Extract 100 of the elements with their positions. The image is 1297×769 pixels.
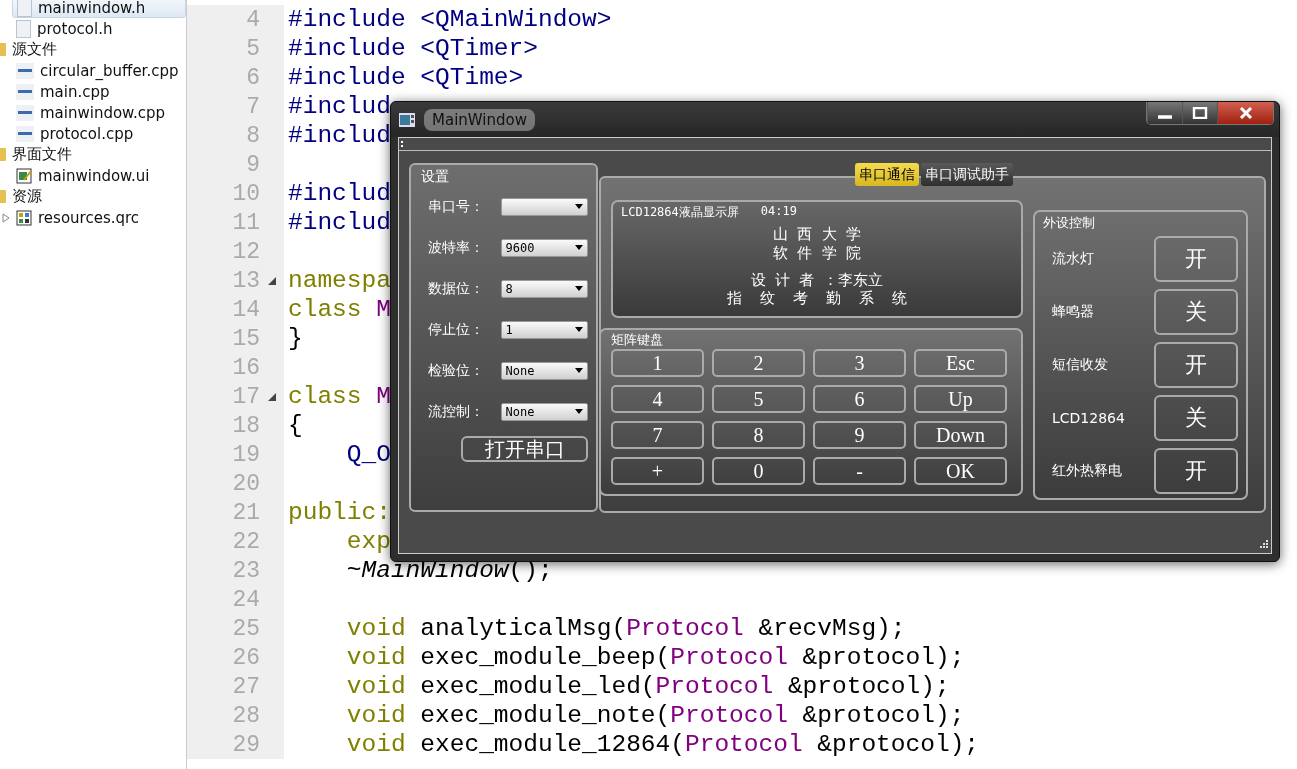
open-port-button[interactable]: 打开串口 — [461, 436, 588, 462]
keypad-key[interactable]: Esc — [914, 349, 1007, 377]
code-line: void analyticalMsg(Protocol &recvMsg); — [345, 615, 906, 642]
field-label: 检验位： — [427, 361, 485, 380]
line-number: 5 — [246, 35, 260, 62]
code-line: #include <QTime> — [288, 64, 524, 91]
dropdown[interactable]: None — [500, 361, 588, 380]
toggle-button[interactable]: 开 — [1154, 448, 1238, 495]
lcd-text-line: 指 纹 考 勤 系 统 — [726, 290, 908, 306]
fold-icon[interactable] — [268, 392, 276, 401]
tree-item[interactable]: circular_buffer.cpp — [0, 60, 186, 81]
code-line: void exec_module_12864(Protocol &protocol); — [345, 731, 980, 758]
expand-icon[interactable] — [2, 212, 10, 223]
toggle-button[interactable]: 开 — [1154, 235, 1238, 282]
line-number: 4 — [246, 6, 260, 33]
dropdown[interactable]: 8 — [500, 279, 588, 298]
minimize-button[interactable] — [1147, 102, 1182, 124]
line-number: 25 — [232, 615, 260, 642]
line-number: 11 — [232, 209, 260, 236]
keypad-key[interactable]: + — [611, 457, 704, 485]
dropdown[interactable]: None — [500, 402, 588, 421]
lcd-title: LCD12864液晶显示屏 — [621, 204, 739, 221]
fold-icon[interactable] — [268, 276, 276, 285]
keypad-key[interactable]: - — [813, 457, 906, 485]
line-number: 21 — [232, 499, 260, 526]
field-label: 波特率： — [427, 238, 485, 257]
keypad-key[interactable]: 4 — [611, 385, 704, 413]
device-label: 流水灯 — [1051, 249, 1095, 268]
keypad-key[interactable]: 9 — [813, 421, 906, 449]
keypad-key[interactable]: 0 — [712, 457, 805, 485]
line-number: 20 — [232, 470, 260, 497]
line-number: 29 — [232, 731, 260, 758]
close-icon — [1237, 107, 1254, 119]
tree-item[interactable]: protocol.h — [0, 18, 186, 39]
tab[interactable]: 串口通信 — [854, 163, 919, 186]
code-line: void exec_module_led(Protocol &protocol); — [345, 673, 950, 700]
tree-item[interactable]: 资源 — [0, 186, 186, 207]
keypad-key[interactable]: 5 — [712, 385, 805, 413]
code-line: void exec_module_beep(Protocol &protocol); — [345, 644, 965, 671]
field-label: 流控制： — [427, 402, 485, 421]
line-number: 6 — [246, 64, 260, 91]
keypad-key[interactable]: 1 — [611, 349, 704, 377]
dropdown-arrow-icon — [575, 409, 583, 414]
keypad-key[interactable]: 8 — [712, 421, 805, 449]
maximize-button[interactable] — [1182, 102, 1217, 124]
tree-item[interactable]: main.cpp — [0, 81, 186, 102]
dropdown[interactable]: 9600 — [500, 238, 588, 257]
code-line: #includ — [288, 180, 391, 207]
code-line: exp — [345, 528, 391, 555]
code-line: { — [288, 412, 303, 439]
device-label: 红外热释电 — [1051, 462, 1123, 481]
code-line: } — [288, 325, 303, 352]
toggle-button[interactable]: 关 — [1154, 395, 1238, 442]
code-line: #includ — [288, 93, 391, 120]
tree-item[interactable]: mainwindow.ui — [0, 165, 186, 186]
resize-grip-icon[interactable] — [1258, 540, 1268, 550]
keypad-key[interactable]: OK — [914, 457, 1007, 485]
keypad-key[interactable]: 3 — [813, 349, 906, 377]
dropdown[interactable] — [500, 197, 588, 216]
dropdown[interactable]: 1 — [500, 320, 588, 339]
field-label: 停止位： — [427, 320, 485, 339]
window-title: MainWindow — [424, 108, 535, 131]
line-number: 15 — [232, 325, 260, 352]
keypad-key[interactable]: 2 — [712, 349, 805, 377]
keypad-key[interactable]: Up — [914, 385, 1007, 413]
toggle-button[interactable]: 开 — [1154, 342, 1238, 388]
close-button[interactable] — [1217, 102, 1273, 124]
tree-item[interactable]: 界面文件 — [0, 144, 186, 165]
dropdown-arrow-icon — [575, 286, 583, 291]
tab[interactable]: 串口调试助手 — [920, 163, 1013, 186]
file-icon — [17, 0, 32, 17]
code-line: #include <QMainWindow> — [288, 6, 612, 33]
lcd-time: 04:19 — [760, 204, 797, 220]
toggle-button[interactable]: 关 — [1154, 288, 1238, 335]
keypad-key[interactable]: 7 — [611, 421, 704, 449]
line-number: 27 — [232, 673, 260, 700]
code-line: namespa — [288, 267, 391, 294]
tree-item[interactable]: mainwindow.cpp — [0, 102, 186, 123]
tree-item[interactable]: 源文件 — [0, 39, 186, 60]
line-number: 24 — [232, 586, 260, 613]
line-number: 16 — [232, 354, 260, 381]
line-number: 23 — [232, 557, 260, 584]
code-line: #include <QTimer> — [288, 35, 538, 62]
tree-item[interactable]: resources.qrc — [0, 207, 186, 228]
line-number: 28 — [232, 702, 260, 729]
keypad-key[interactable]: 6 — [813, 385, 906, 413]
dropdown-arrow-icon — [575, 327, 583, 332]
line-number: 12 — [232, 238, 260, 265]
cpp-file-icon — [16, 104, 34, 121]
tree-item[interactable]: mainwindow.h — [12, 0, 186, 18]
device-label: 短信收发 — [1051, 356, 1109, 374]
line-number: 8 — [246, 122, 260, 149]
lcd-text-line: 软 件 学 院 — [773, 243, 861, 264]
form-file-icon — [16, 167, 32, 184]
cpp-file-icon — [16, 62, 34, 79]
code-line: class M — [288, 296, 391, 323]
line-number: 22 — [232, 528, 260, 555]
tree-item[interactable]: protocol.cpp — [0, 123, 186, 144]
keypad-key[interactable]: Down — [914, 421, 1007, 449]
maximize-icon — [1192, 107, 1208, 119]
